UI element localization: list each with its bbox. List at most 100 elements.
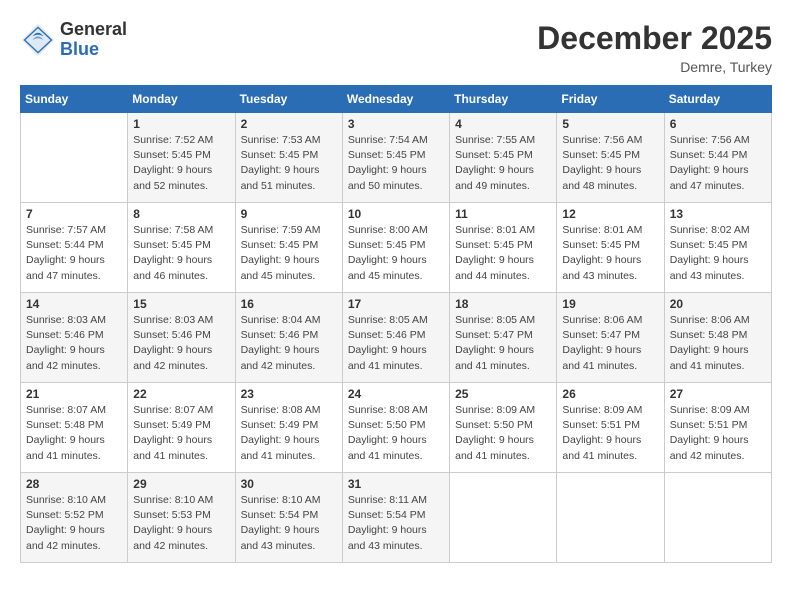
day-info: Sunrise: 8:09 AMSunset: 5:50 PMDaylight:… <box>455 403 551 464</box>
calendar-cell: 23 Sunrise: 8:08 AMSunset: 5:49 PMDayligh… <box>235 383 342 473</box>
day-info: Sunrise: 8:04 AMSunset: 5:46 PMDaylight:… <box>241 313 337 374</box>
calendar-cell: 13 Sunrise: 8:02 AMSunset: 5:45 PMDayligh… <box>664 203 771 293</box>
day-info: Sunrise: 8:01 AMSunset: 5:45 PMDaylight:… <box>562 223 658 284</box>
day-info: Sunrise: 7:57 AMSunset: 5:44 PMDaylight:… <box>26 223 122 284</box>
calendar-cell: 3 Sunrise: 7:54 AMSunset: 5:45 PMDaylight… <box>342 113 449 203</box>
calendar-cell: 5Sunrise: 7:56 AMSunset: 5:45 PMDaylight… <box>557 113 664 203</box>
calendar-table: SundayMondayTuesdayWednesdayThursdayFrid… <box>20 85 772 563</box>
day-info: Sunrise: 8:06 AMSunset: 5:47 PMDaylight:… <box>562 313 658 374</box>
day-number: 13 <box>670 207 766 221</box>
calendar-cell: 14Sunrise: 8:03 AMSunset: 5:46 PMDayligh… <box>21 293 128 383</box>
day-info: Sunrise: 7:56 AMSunset: 5:45 PMDaylight:… <box>562 133 658 194</box>
title-block: December 2025 Demre, Turkey <box>537 20 772 75</box>
day-number: 14 <box>26 297 122 311</box>
day-info: Sunrise: 8:10 AMSunset: 5:52 PMDaylight:… <box>26 493 122 554</box>
day-info: Sunrise: 8:08 AMSunset: 5:50 PMDaylight:… <box>348 403 444 464</box>
day-info: Sunrise: 7:59 AMSunset: 5:45 PMDaylight:… <box>241 223 337 284</box>
month-title: December 2025 <box>537 20 772 57</box>
day-number: 18 <box>455 297 551 311</box>
day-info: Sunrise: 8:02 AMSunset: 5:45 PMDaylight:… <box>670 223 766 284</box>
day-number: 20 <box>670 297 766 311</box>
day-info: Sunrise: 7:52 AMSunset: 5:45 PMDaylight:… <box>133 133 229 194</box>
day-info: Sunrise: 7:54 AMSunset: 5:45 PMDaylight:… <box>348 133 444 194</box>
day-info: Sunrise: 8:11 AMSunset: 5:54 PMDaylight:… <box>348 493 444 554</box>
calendar-cell <box>450 473 557 563</box>
day-number: 24 <box>348 387 444 401</box>
day-number: 25 <box>455 387 551 401</box>
day-number: 2 <box>241 117 337 131</box>
day-info: Sunrise: 8:10 AMSunset: 5:53 PMDaylight:… <box>133 493 229 554</box>
day-header-wednesday: Wednesday <box>342 86 449 113</box>
calendar-cell: 28 Sunrise: 8:10 AMSunset: 5:52 PMDayligh… <box>21 473 128 563</box>
day-number: 6 <box>670 117 766 131</box>
day-number: 31 <box>348 477 444 491</box>
calendar-cell: 26 Sunrise: 8:09 AMSunset: 5:51 PMDayligh… <box>557 383 664 473</box>
calendar-cell: 11 Sunrise: 8:01 AMSunset: 5:45 PMDayligh… <box>450 203 557 293</box>
calendar-cell: 7 Sunrise: 7:57 AMSunset: 5:44 PMDaylight… <box>21 203 128 293</box>
day-number: 29 <box>133 477 229 491</box>
calendar-cell: 20 Sunrise: 8:06 AMSunset: 5:48 PMDayligh… <box>664 293 771 383</box>
day-info: Sunrise: 8:03 AMSunset: 5:46 PMDaylight:… <box>133 313 229 374</box>
day-header-tuesday: Tuesday <box>235 86 342 113</box>
day-info: Sunrise: 7:56 AMSunset: 5:44 PMDaylight:… <box>670 133 766 194</box>
day-info: Sunrise: 8:07 AMSunset: 5:49 PMDaylight:… <box>133 403 229 464</box>
calendar-header-row: SundayMondayTuesdayWednesdayThursdayFrid… <box>21 86 772 113</box>
day-number: 26 <box>562 387 658 401</box>
day-header-monday: Monday <box>128 86 235 113</box>
calendar-cell: 21 Sunrise: 8:07 AMSunset: 5:48 PMDayligh… <box>21 383 128 473</box>
calendar-cell: 8 Sunrise: 7:58 AMSunset: 5:45 PMDaylight… <box>128 203 235 293</box>
day-info: Sunrise: 8:06 AMSunset: 5:48 PMDaylight:… <box>670 313 766 374</box>
day-number: 11 <box>455 207 551 221</box>
logo: General Blue <box>20 20 127 60</box>
location: Demre, Turkey <box>537 59 772 75</box>
calendar-cell: 15Sunrise: 8:03 AMSunset: 5:46 PMDayligh… <box>128 293 235 383</box>
day-info: Sunrise: 8:05 AMSunset: 5:46 PMDaylight:… <box>348 313 444 374</box>
day-header-friday: Friday <box>557 86 664 113</box>
calendar-week-row: 28 Sunrise: 8:10 AMSunset: 5:52 PMDayligh… <box>21 473 772 563</box>
day-number: 28 <box>26 477 122 491</box>
day-info: Sunrise: 7:53 AMSunset: 5:45 PMDaylight:… <box>241 133 337 194</box>
day-info: Sunrise: 8:01 AMSunset: 5:45 PMDaylight:… <box>455 223 551 284</box>
day-number: 1 <box>133 117 229 131</box>
day-number: 19 <box>562 297 658 311</box>
day-number: 16 <box>241 297 337 311</box>
calendar-week-row: 1 Sunrise: 7:52 AMSunset: 5:45 PMDaylight… <box>21 113 772 203</box>
day-number: 17 <box>348 297 444 311</box>
calendar-week-row: 21 Sunrise: 8:07 AMSunset: 5:48 PMDayligh… <box>21 383 772 473</box>
calendar-cell: 27 Sunrise: 8:09 AMSunset: 5:51 PMDayligh… <box>664 383 771 473</box>
calendar-cell: 9 Sunrise: 7:59 AMSunset: 5:45 PMDaylight… <box>235 203 342 293</box>
day-info: Sunrise: 8:09 AMSunset: 5:51 PMDaylight:… <box>670 403 766 464</box>
logo-blue-text: Blue <box>60 40 127 60</box>
calendar-cell: 30 Sunrise: 8:10 AMSunset: 5:54 PMDayligh… <box>235 473 342 563</box>
day-number: 30 <box>241 477 337 491</box>
day-info: Sunrise: 8:10 AMSunset: 5:54 PMDaylight:… <box>241 493 337 554</box>
calendar-cell: 16 Sunrise: 8:04 AMSunset: 5:46 PMDayligh… <box>235 293 342 383</box>
day-info: Sunrise: 8:05 AMSunset: 5:47 PMDaylight:… <box>455 313 551 374</box>
calendar-cell: 1 Sunrise: 7:52 AMSunset: 5:45 PMDaylight… <box>128 113 235 203</box>
calendar-cell: 12Sunrise: 8:01 AMSunset: 5:45 PMDayligh… <box>557 203 664 293</box>
calendar-cell: 29 Sunrise: 8:10 AMSunset: 5:53 PMDayligh… <box>128 473 235 563</box>
day-number: 9 <box>241 207 337 221</box>
calendar-cell: 18 Sunrise: 8:05 AMSunset: 5:47 PMDayligh… <box>450 293 557 383</box>
day-number: 23 <box>241 387 337 401</box>
calendar-cell <box>664 473 771 563</box>
calendar-cell: 31 Sunrise: 8:11 AMSunset: 5:54 PMDayligh… <box>342 473 449 563</box>
logo-text: General Blue <box>60 20 127 60</box>
day-info: Sunrise: 8:00 AMSunset: 5:45 PMDaylight:… <box>348 223 444 284</box>
day-number: 10 <box>348 207 444 221</box>
day-number: 3 <box>348 117 444 131</box>
day-header-thursday: Thursday <box>450 86 557 113</box>
day-info: Sunrise: 8:08 AMSunset: 5:49 PMDaylight:… <box>241 403 337 464</box>
page-header: General Blue December 2025 Demre, Turkey <box>20 20 772 75</box>
calendar-cell: 25 Sunrise: 8:09 AMSunset: 5:50 PMDayligh… <box>450 383 557 473</box>
calendar-cell: 19 Sunrise: 8:06 AMSunset: 5:47 PMDayligh… <box>557 293 664 383</box>
day-number: 7 <box>26 207 122 221</box>
day-info: Sunrise: 8:07 AMSunset: 5:48 PMDaylight:… <box>26 403 122 464</box>
calendar-week-row: 14 Sunrise: 8:03 AMSunset: 5:46 PMDayligh… <box>21 293 772 383</box>
day-number: 27 <box>670 387 766 401</box>
day-number: 21 <box>26 387 122 401</box>
day-number: 8 <box>133 207 229 221</box>
day-info: Sunrise: 8:09 AMSunset: 5:51 PMDaylight:… <box>562 403 658 464</box>
day-info: Sunrise: 7:58 AMSunset: 5:45 PMDaylight:… <box>133 223 229 284</box>
calendar-cell: 4Sunrise: 7:55 AMSunset: 5:45 PMDaylight… <box>450 113 557 203</box>
